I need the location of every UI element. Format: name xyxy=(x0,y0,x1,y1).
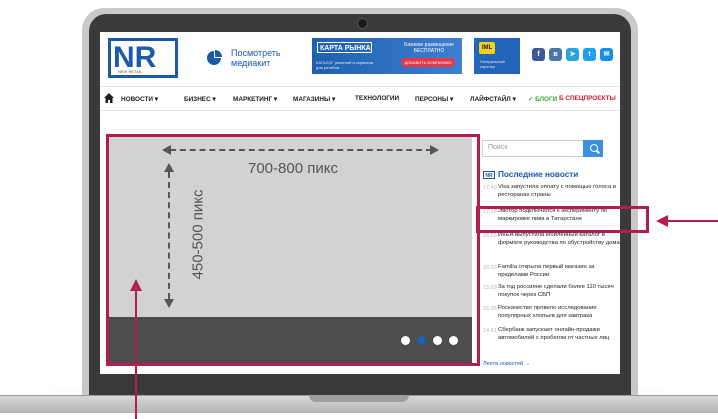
pointer-arrow-bottom xyxy=(135,290,137,419)
news-feed-link[interactable]: Лента новостей → xyxy=(483,361,530,367)
news-item[interactable]: Visa запустила оплату с помощью голоса в… xyxy=(498,184,620,199)
nav-blogs[interactable]: ✓ БЛОГИ xyxy=(528,95,557,103)
add-company-button[interactable]: ДОБАВИТЬ КОМПАНИЮ xyxy=(401,58,455,67)
news-item[interactable]: ИКЕА выпустила юбилейный каталог в форма… xyxy=(498,232,620,247)
camera-icon xyxy=(357,18,368,29)
banner-title: КАРТА РЫНКА xyxy=(317,42,372,53)
partner-text: Генеральный партнер xyxy=(480,59,505,69)
banner-offer: Базовое размещение БЕСПЛАТНО xyxy=(404,42,454,54)
news-time: 16:33 xyxy=(483,265,497,271)
banner-subtitle: КАТАЛОГ решений и сервисов для ритейла xyxy=(316,60,373,70)
twitter-icon[interactable]: t xyxy=(583,48,596,61)
news-time: 15:25 xyxy=(483,306,497,312)
telegram-icon[interactable]: ➤ xyxy=(566,48,579,61)
latest-news-title[interactable]: Последние новости xyxy=(498,170,578,179)
news-item[interactable]: Сбербанк запускает онлайн-продажи автомо… xyxy=(498,327,620,342)
search-placeholder: Поиск xyxy=(488,144,508,151)
news-time: 15:59 xyxy=(483,285,497,291)
news-item[interactable]: За год россияне сделали более 110 тысяч … xyxy=(498,284,620,299)
news-highlight-frame xyxy=(476,206,649,233)
partner-logo: IML xyxy=(479,42,495,54)
site-logo-sub: NEW RETAIL xyxy=(118,69,143,74)
nav-business[interactable]: БИЗНЕС ▾ xyxy=(184,95,216,103)
facebook-icon[interactable]: f xyxy=(532,48,545,61)
news-item[interactable]: Роскачество провело исследование популяр… xyxy=(498,305,620,320)
nav-news[interactable]: НОВОСТИ ▾ xyxy=(121,95,158,103)
nav-technology[interactable]: ТЕХНОЛОГИИ xyxy=(355,95,399,102)
nav-persons[interactable]: ПЕРСОНЫ ▾ xyxy=(415,95,453,103)
slider-highlight-frame xyxy=(106,134,480,366)
news-time: 14:41 xyxy=(483,328,497,334)
media-kit-icon xyxy=(207,50,222,65)
nav-stores[interactable]: МАГАЗИНЫ ▾ xyxy=(293,95,335,103)
pointer-arrow-right xyxy=(668,220,718,222)
news-time: 16:55 xyxy=(483,233,497,239)
pointer-arrow-right-head xyxy=(656,215,668,227)
vk-icon[interactable]: в xyxy=(549,48,562,61)
nav-divider-top xyxy=(100,86,620,87)
nav-special-projects[interactable]: Б СПЕЦПРОЕКТЫ xyxy=(559,95,616,102)
mail-icon[interactable]: ✉ xyxy=(600,48,613,61)
home-icon[interactable] xyxy=(104,93,114,103)
news-time: 17:40 xyxy=(483,185,497,191)
nav-divider-bottom xyxy=(100,110,620,111)
media-kit-link[interactable]: Посмотреть медиакит xyxy=(231,48,301,68)
nav-lifestyle[interactable]: ЛАЙФСТАЙЛ ▾ xyxy=(470,95,516,103)
news-badge: NR xyxy=(483,171,495,179)
laptop-base-notch xyxy=(309,395,409,402)
news-item[interactable]: Familia открыла первый магазин за предел… xyxy=(498,264,620,279)
nav-marketing[interactable]: МАРКЕТИНГ ▾ xyxy=(233,95,277,103)
